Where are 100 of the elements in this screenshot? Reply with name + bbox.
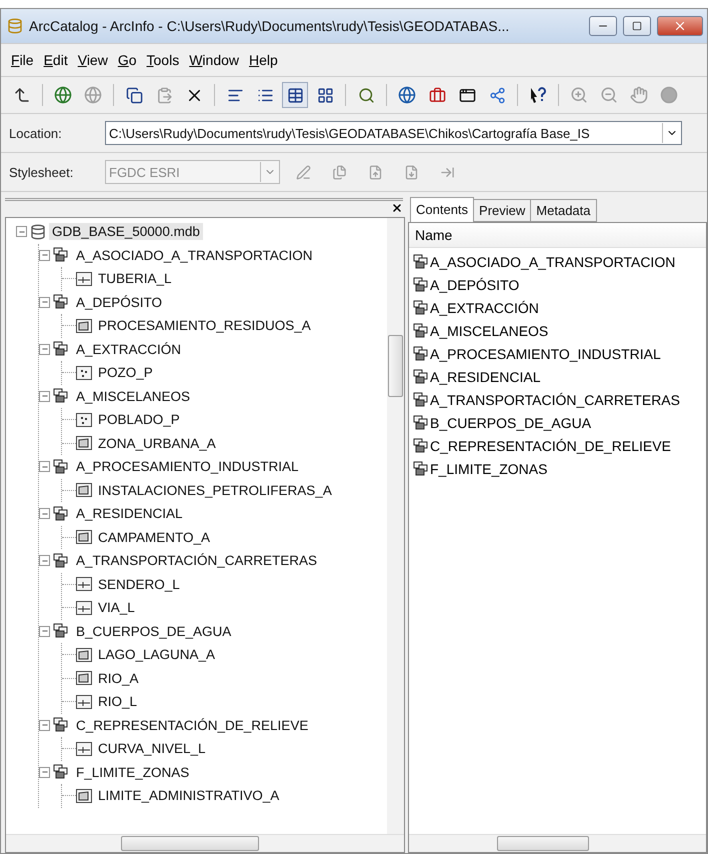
tree-item[interactable]: A_DEPÓSITO	[73, 294, 166, 311]
tree-item[interactable]: C_REPRESENTACIÓN_DE_RELIEVE	[73, 716, 312, 734]
list-item[interactable]: C_REPRESENTACIÓN_DE_RELIEVE	[430, 438, 671, 454]
tree-item[interactable]: A_ASOCIADO_A_TRANSPORTACION	[73, 246, 316, 264]
polygon-layer-icon	[76, 530, 92, 544]
list-item[interactable]: A_MISCELANEOS	[430, 322, 548, 338]
dataset-icon	[413, 368, 430, 384]
horizontal-scrollbar[interactable]	[409, 834, 706, 852]
tab[interactable]: Metadata	[530, 199, 596, 222]
tree-item[interactable]: A_EXTRACCIÓN	[73, 340, 184, 358]
list-item[interactable]: A_PROCESAMIENTO_INDUSTRIAL	[430, 346, 661, 362]
collapse-toggle[interactable]	[39, 250, 50, 261]
tree-item[interactable]: A_TRANSPORTACIÓN_CARRETERAS	[73, 552, 320, 570]
list-item[interactable]: A_EXTRACCIÓN	[430, 300, 539, 316]
line-layer-icon	[76, 742, 92, 756]
location-field[interactable]: C:\Users\Rudy\Documents\rudy\Tesis\GEODATABASE\Chikos\Cartografía Base_IS	[105, 121, 682, 145]
dataset-icon	[53, 247, 70, 264]
dataset-icon	[413, 438, 430, 454]
point-layer-icon	[76, 366, 92, 380]
menu-item[interactable]: Tools	[146, 52, 180, 68]
minimize-button[interactable]	[589, 16, 617, 36]
tree-item[interactable]: VIA_L	[95, 599, 138, 616]
dataset-icon	[413, 346, 430, 362]
collapse-toggle[interactable]	[39, 344, 50, 355]
collapse-toggle[interactable]	[16, 226, 27, 238]
tree-item[interactable]: INSTALACIONES_PETROLIFERAS_A	[95, 482, 335, 499]
location-label: Location:	[9, 126, 63, 140]
tree-item[interactable]: RIO_L	[95, 693, 140, 710]
tree-item[interactable]: B_CUERPOS_DE_AGUA	[73, 622, 234, 640]
tree-item[interactable]: PROCESAMIENTO_RESIDUOS_A	[95, 317, 314, 334]
line-layer-icon	[76, 272, 92, 286]
menu-item[interactable]: View	[78, 52, 108, 68]
app-icon	[7, 18, 23, 34]
menu-item[interactable]: Go	[118, 52, 137, 68]
tree-item[interactable]: GDB_BASE_50000.mdb	[49, 223, 203, 240]
list-item[interactable]: A_TRANSPORTACIÓN_CARRETERAS	[430, 392, 680, 408]
list-item[interactable]: B_CUERPOS_DE_AGUA	[430, 414, 592, 430]
menu-item[interactable]: Window	[189, 52, 240, 68]
menu-item[interactable]: File	[11, 52, 34, 68]
dataset-icon	[53, 717, 70, 734]
tree-item[interactable]: LIMITE_ADMINISTRATIVO_A	[95, 787, 282, 804]
collapse-toggle[interactable]	[39, 555, 50, 566]
dataset-icon	[413, 300, 430, 316]
polygon-layer-icon	[76, 436, 92, 450]
tree-item[interactable]: ZONA_URBANA_A	[95, 434, 219, 452]
tree-item[interactable]: CAMPAMENTO_A	[95, 528, 214, 546]
dataset-icon	[53, 764, 70, 780]
database-icon	[30, 224, 46, 240]
dataset-icon	[53, 506, 70, 522]
collapse-toggle[interactable]	[39, 766, 50, 778]
tree-item[interactable]: RIO_A	[95, 670, 142, 687]
dataset-icon	[413, 460, 430, 476]
dataset-icon	[413, 276, 430, 292]
close-icon	[673, 19, 687, 33]
list-item[interactable]: A_DEPÓSITO	[430, 276, 520, 292]
collapse-toggle[interactable]	[39, 626, 50, 637]
dataset-icon	[53, 388, 70, 404]
tree-item[interactable]: POZO_P	[95, 364, 156, 382]
close-icon[interactable]	[391, 202, 403, 214]
line-layer-icon	[76, 694, 92, 709]
tree-item[interactable]: POBLADO_P	[95, 411, 183, 428]
polygon-layer-icon	[76, 788, 92, 803]
dataset-icon	[413, 254, 430, 270]
tree-item[interactable]: A_PROCESAMIENTO_INDUSTRIAL	[73, 458, 302, 476]
maximize-button[interactable]	[623, 16, 651, 36]
tree-item[interactable]: SENDERO_L	[95, 576, 183, 593]
collapse-toggle[interactable]	[39, 461, 50, 472]
menu-item[interactable]: Edit	[44, 52, 68, 68]
tab[interactable]: Contents	[410, 197, 474, 222]
horizontal-scrollbar[interactable]	[6, 834, 404, 852]
window-title: ArcCatalog - ArcInfo - C:\Users\Rudy\Documents\rudy\Tesis\GEODATABAS...	[29, 18, 510, 34]
list-item[interactable]: A_RESIDENCIAL	[430, 368, 540, 384]
list-item[interactable]: F_LIMITE_ZONAS	[430, 460, 548, 476]
polygon-layer-icon	[76, 671, 92, 686]
close-button[interactable]	[657, 16, 703, 36]
polygon-layer-icon	[76, 648, 92, 662]
tree-item[interactable]: TUBERIA_L	[95, 270, 175, 288]
tree-item[interactable]: LAGO_LAGUNA_A	[95, 646, 218, 664]
menu-item[interactable]: Help	[249, 52, 278, 68]
dataset-icon	[53, 623, 70, 640]
tree-item[interactable]: F_LIMITE_ZONAS	[73, 764, 192, 781]
collapse-toggle[interactable]	[39, 390, 50, 402]
dataset-icon	[413, 322, 430, 338]
collapse-toggle[interactable]	[39, 296, 50, 308]
dataset-icon	[413, 414, 430, 430]
polygon-layer-icon	[76, 483, 92, 498]
tree-item[interactable]: A_RESIDENCIAL	[73, 505, 186, 522]
tree-item[interactable]: CURVA_NIVEL_L	[95, 740, 209, 758]
tree-item[interactable]: A_MISCELANEOS	[73, 388, 194, 405]
collapse-toggle[interactable]	[39, 508, 50, 520]
details-icon[interactable]	[282, 82, 308, 108]
stylesheet-label: Stylesheet:	[9, 164, 74, 180]
maximize-icon	[632, 21, 642, 31]
line-layer-icon	[76, 600, 92, 615]
collapse-toggle[interactable]	[39, 720, 50, 731]
line-layer-icon	[76, 577, 92, 592]
tab[interactable]: Preview	[473, 199, 532, 222]
list-item[interactable]: A_ASOCIADO_A_TRANSPORTACION	[430, 254, 676, 270]
vertical-scrollbar[interactable]	[387, 218, 404, 834]
dataset-icon	[53, 458, 70, 475]
